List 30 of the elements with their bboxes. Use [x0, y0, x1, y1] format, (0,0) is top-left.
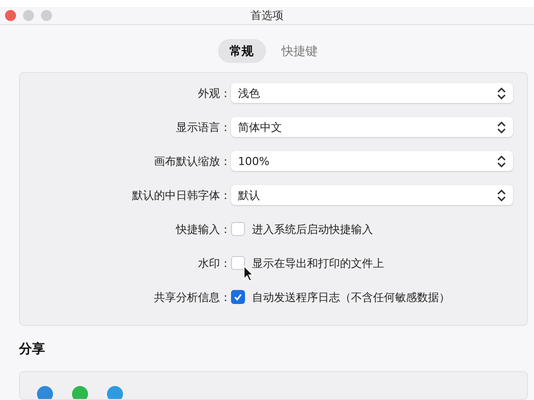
share-icon[interactable] [107, 386, 123, 399]
chevron-icon [497, 154, 506, 168]
dropdown[interactable]: 100% [231, 151, 513, 171]
chevron-icon [497, 188, 506, 202]
chevron-icon [497, 86, 506, 100]
checkbox-label: 显示在导出和打印的文件上 [252, 256, 384, 270]
setting-label: 共享分析信息： [153, 290, 231, 304]
setting-label: 画布默认缩放： [153, 154, 231, 168]
checkbox-label: 自动发送程序日志（不含任何敏感数据） [252, 290, 450, 304]
checkmark-icon [233, 292, 243, 302]
tab[interactable]: 常规 [218, 39, 266, 63]
dropdown[interactable]: 浅色 [231, 83, 513, 103]
zoom-button[interactable] [41, 10, 52, 21]
checkbox[interactable] [231, 290, 245, 304]
setting-label: 显示语言： [175, 120, 231, 134]
setting-label: 外观： [197, 86, 231, 100]
share-icon[interactable] [72, 386, 88, 399]
tab[interactable]: 快捷键 [270, 39, 330, 63]
share-icon[interactable] [37, 386, 53, 399]
setting-label: 水印： [197, 256, 231, 270]
checkbox-label: 进入系统后启动快捷输入 [252, 222, 373, 236]
dropdown[interactable]: 默认 [231, 185, 513, 205]
close-button[interactable] [5, 10, 16, 21]
setting-label: 快捷输入： [174, 222, 231, 236]
setting-label: 默认的中日韩字体： [131, 188, 231, 202]
section-title: 分享 [19, 340, 46, 358]
window-title: 首选项 [250, 8, 284, 23]
minimize-button[interactable] [23, 10, 34, 21]
dropdown[interactable]: 简体中文 [231, 117, 513, 137]
chevron-icon [497, 120, 506, 134]
